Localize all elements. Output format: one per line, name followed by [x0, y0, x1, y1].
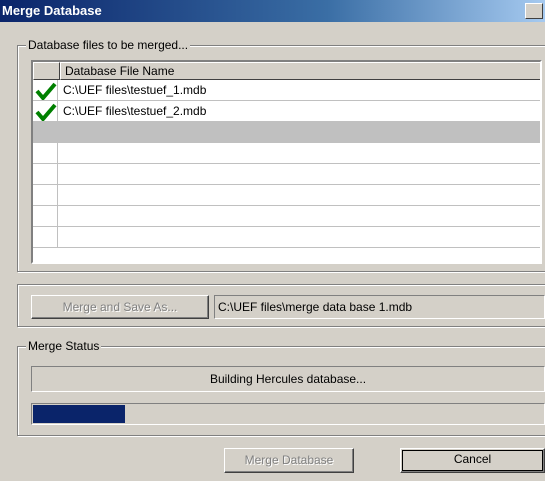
table-row[interactable]: C:\UEF files\testuef_2.mdb — [33, 101, 540, 122]
title-bar: Merge Database — [0, 0, 545, 22]
row-check-cell[interactable] — [33, 143, 58, 164]
list-header: Database File Name — [33, 62, 540, 80]
row-check-cell[interactable] — [33, 164, 58, 185]
status-legend: Merge Status — [26, 339, 102, 353]
file-list[interactable]: Database File Name C:\UEF files\testuef_… — [31, 60, 542, 264]
header-file-name[interactable]: Database File Name — [60, 62, 540, 80]
table-row[interactable] — [33, 164, 540, 185]
file-path-cell: C:\UEF files\testuef_2.mdb — [63, 104, 207, 118]
row-check-cell[interactable] — [33, 122, 58, 143]
header-check-column[interactable] — [33, 62, 60, 80]
window-title: Merge Database — [2, 3, 102, 18]
checkmark-icon — [35, 103, 57, 121]
row-check-cell[interactable] — [33, 206, 58, 227]
table-row[interactable] — [33, 143, 540, 164]
cancel-button[interactable]: Cancel — [400, 448, 545, 473]
progress-fill — [33, 405, 125, 423]
checkmark-icon — [35, 82, 57, 100]
files-legend: Database files to be merged... — [26, 38, 191, 52]
table-row[interactable] — [33, 206, 540, 227]
row-check-cell[interactable] — [33, 227, 58, 248]
table-row[interactable] — [33, 227, 540, 248]
table-row[interactable] — [33, 122, 540, 143]
table-row[interactable]: C:\UEF files\testuef_1.mdb — [33, 80, 540, 101]
merge-database-button[interactable]: Merge Database — [224, 448, 354, 473]
file-path-cell: C:\UEF files\testuef_1.mdb — [63, 83, 207, 97]
output-path-field[interactable]: C:\UEF files\merge data base 1.mdb — [214, 295, 545, 319]
row-check-cell[interactable] — [33, 101, 58, 122]
row-check-cell[interactable] — [33, 185, 58, 206]
row-check-cell[interactable] — [33, 80, 58, 101]
table-row[interactable] — [33, 185, 540, 206]
status-text: Building Hercules database... — [31, 366, 545, 392]
close-button[interactable] — [525, 3, 543, 19]
merge-save-as-button[interactable]: Merge and Save As... — [31, 295, 209, 319]
progress-bar — [31, 403, 545, 425]
